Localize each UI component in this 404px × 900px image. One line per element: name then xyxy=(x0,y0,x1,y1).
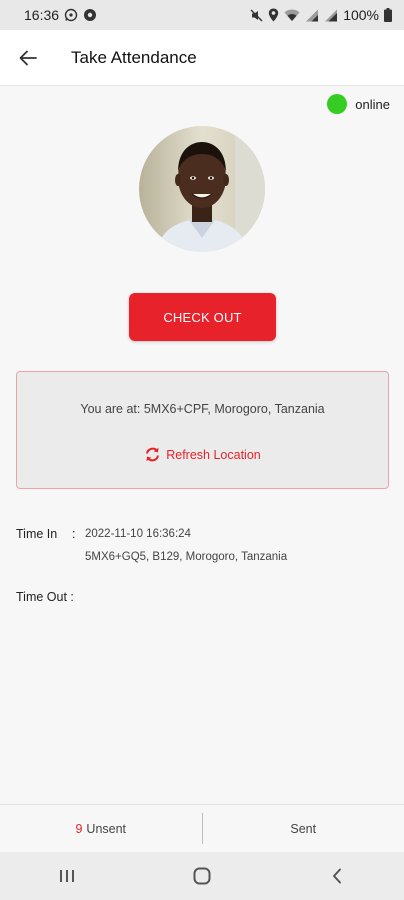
connection-status-label: online xyxy=(355,96,390,112)
current-location-text: You are at: 5MX6+CPF, Morogoro, Tanzania xyxy=(80,402,325,416)
time-in-separator: : xyxy=(72,527,76,541)
refresh-icon xyxy=(146,447,160,462)
unsent-count-badge: 9 xyxy=(75,821,83,836)
user-photo xyxy=(139,126,265,252)
system-nav-bar xyxy=(0,852,404,900)
location-card: You are at: 5MX6+CPF, Morogoro, Tanzania… xyxy=(16,371,389,489)
connection-status: online xyxy=(327,94,390,114)
tab-unsent-label: Unsent xyxy=(86,821,127,836)
avatar xyxy=(139,126,265,252)
clock: 16:36 xyxy=(24,7,60,23)
wifi-icon xyxy=(284,9,300,22)
status-bar: 16:36 100% xyxy=(0,0,404,30)
mute-icon xyxy=(250,9,263,22)
back-button[interactable] xyxy=(0,30,56,86)
home-button[interactable] xyxy=(172,852,232,900)
arrow-left-icon xyxy=(19,50,37,65)
bottom-tab-bar: 9 Unsent Sent xyxy=(0,804,404,852)
home-icon xyxy=(193,867,211,885)
system-back-button[interactable] xyxy=(307,852,367,900)
tab-unsent[interactable]: 9 Unsent xyxy=(0,805,202,852)
back-chevron-icon xyxy=(332,868,341,884)
recents-button[interactable] xyxy=(37,852,97,900)
check-out-button[interactable]: CHECK OUT xyxy=(129,293,276,341)
recents-icon xyxy=(60,870,75,882)
battery-icon xyxy=(384,8,392,22)
refresh-location-button[interactable]: Refresh Location xyxy=(17,446,388,463)
time-out-label: Time Out : xyxy=(16,590,74,604)
tab-sent[interactable]: Sent xyxy=(203,805,404,852)
status-right: 100% xyxy=(250,7,392,23)
time-in-label: Time In xyxy=(16,527,58,541)
refresh-location-label: Refresh Location xyxy=(166,447,261,462)
app-bar: Take Attendance xyxy=(0,30,404,86)
whatsapp-icon xyxy=(64,8,78,22)
signal-icon xyxy=(324,9,338,22)
status-left: 16:36 xyxy=(24,7,97,23)
signal-icon xyxy=(305,9,319,22)
online-indicator-dot xyxy=(327,94,348,114)
page-title: Take Attendance xyxy=(71,47,197,67)
location-icon xyxy=(268,8,279,22)
time-in-value: 2022-11-10 16:36:24 xyxy=(85,528,191,540)
battery-percent: 100% xyxy=(343,7,379,23)
settings-icon xyxy=(83,8,97,22)
tab-sent-label: Sent xyxy=(290,821,317,836)
time-in-location: 5MX6+GQ5, B129, Morogoro, Tanzania xyxy=(85,551,288,563)
